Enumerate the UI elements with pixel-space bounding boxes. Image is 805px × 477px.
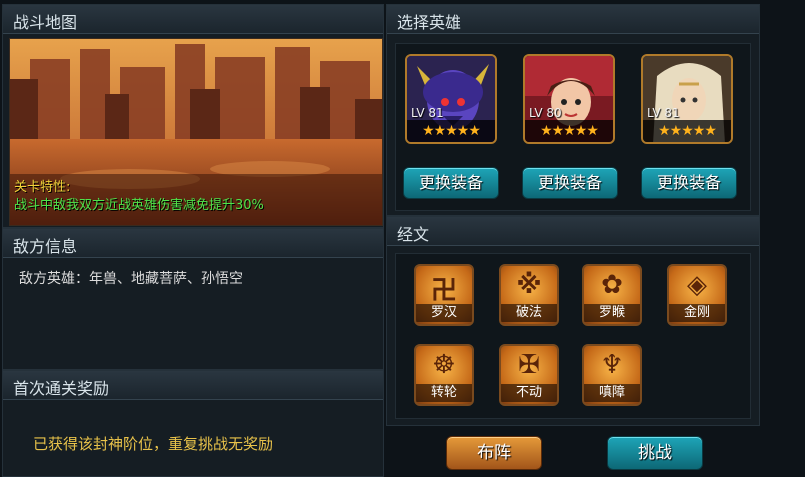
- immovable-glyph-icon: ✠: [518, 350, 540, 380]
- scripture-immovable[interactable]: ✠ 不动: [499, 344, 559, 406]
- scripture-name: 破法: [501, 304, 557, 322]
- change-equipment-button-1[interactable]: 更换装备: [403, 167, 499, 199]
- enemy-info-header: 敌方信息: [3, 229, 383, 258]
- battle-map-header: 战斗地图: [3, 5, 383, 34]
- hero-level: LV 81: [647, 106, 680, 120]
- break-dharma-glyph-icon: ※: [516, 270, 542, 300]
- vajra-glyph-icon: ◈: [687, 270, 707, 300]
- first-clear-reward-panel: 首次通关奖励: [2, 370, 384, 477]
- hero-stars: ★★★★★: [643, 120, 731, 142]
- scriptures-header: 经文: [387, 217, 759, 246]
- hero-card-3[interactable]: LV 81 ★★★★★: [641, 54, 733, 144]
- hero-level: LV 80: [529, 106, 562, 120]
- enemy-info-title: 敌方信息: [13, 237, 78, 256]
- hero-card-2[interactable]: LV 80 ★★★★★: [523, 54, 615, 144]
- first-clear-reward-header: 首次通关奖励: [3, 371, 383, 400]
- wheel-glyph-icon: ☸: [432, 350, 456, 380]
- select-hero-title: 选择英雄: [397, 13, 462, 32]
- scriptures-title: 经文: [397, 225, 430, 244]
- enemy-info-panel: 敌方信息: [2, 228, 384, 370]
- rahu-glyph-icon: ✿: [601, 270, 623, 300]
- scripture-name: 罗汉: [416, 304, 472, 322]
- change-equipment-button-2[interactable]: 更换装备: [522, 167, 618, 199]
- hero-stars: ★★★★★: [525, 120, 613, 142]
- stage-trait-text: 战斗中敌我双方近战英雄伤害减免提升30%: [14, 198, 264, 213]
- reward-status-text: 已获得该封神阶位，重复挑战无奖励: [33, 435, 274, 453]
- battle-map-title: 战斗地图: [13, 13, 78, 32]
- change-equipment-button-3[interactable]: 更换装备: [641, 167, 737, 199]
- hero-level: LV 81: [411, 106, 444, 120]
- scripture-name: 罗睺: [584, 304, 640, 322]
- scripture-break-dharma[interactable]: ※ 破法: [499, 264, 559, 326]
- first-clear-reward-title: 首次通关奖励: [13, 379, 110, 398]
- scripture-arhat[interactable]: 卍 罗汉: [414, 264, 474, 326]
- scripture-name: 转轮: [416, 384, 472, 402]
- scripture-vajra[interactable]: ◈ 金刚: [667, 264, 727, 326]
- arhat-glyph-icon: 卍: [430, 276, 457, 306]
- scripture-rahu[interactable]: ✿ 罗睺: [582, 264, 642, 326]
- scripture-name: 嗔障: [584, 384, 640, 402]
- enemy-heroes-text: 敌方英雄：年兽、地藏菩萨、孙悟空: [19, 271, 243, 287]
- formation-button[interactable]: 布阵: [446, 436, 542, 470]
- hero-stars: ★★★★★: [407, 120, 495, 142]
- scripture-wrath[interactable]: ♆ 嗔障: [582, 344, 642, 406]
- stage-trait-title: 关卡特性:: [14, 180, 71, 195]
- hero-card-1[interactable]: LV 81 ★★★★★: [405, 54, 497, 144]
- scripture-wheel[interactable]: ☸ 转轮: [414, 344, 474, 406]
- select-hero-header: 选择英雄: [387, 5, 759, 34]
- scripture-name: 不动: [501, 384, 557, 402]
- scripture-name: 金刚: [669, 304, 725, 322]
- challenge-button[interactable]: 挑战: [607, 436, 703, 470]
- wrath-glyph-icon: ♆: [600, 350, 624, 380]
